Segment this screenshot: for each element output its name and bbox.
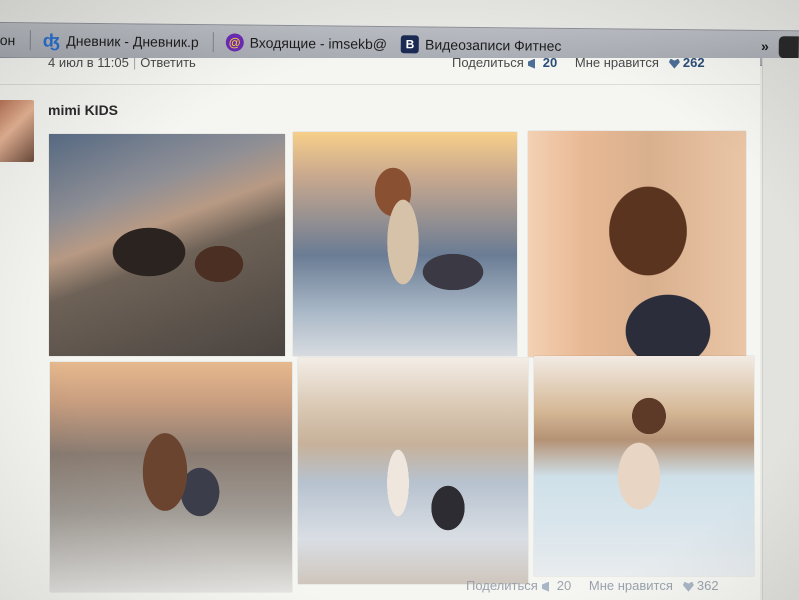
post-photo-4[interactable] <box>50 362 292 592</box>
vk-icon: B <box>400 35 420 54</box>
like-button[interactable]: Мне нравится 262 <box>575 55 705 70</box>
scrollbar-gutter[interactable] <box>762 58 799 600</box>
share-button[interactable]: Поделиться 20 <box>466 578 571 593</box>
reply-link[interactable]: Ответить <box>140 55 196 70</box>
bookmark-separator <box>212 32 214 53</box>
mail-icon: @ <box>225 33 244 52</box>
post-photo-5[interactable] <box>298 358 528 584</box>
post-divider <box>0 84 760 85</box>
bookmark-diary[interactable]: ʤ Дневник - Дневник.р <box>42 29 199 51</box>
previous-post-actions: Поделиться 20 Мне нравится 262 <box>452 55 705 70</box>
bookmark-separator <box>29 30 31 51</box>
share-label: Поделиться <box>452 55 524 70</box>
like-button[interactable]: Мне нравится 362 <box>589 578 719 593</box>
like-count: 362 <box>696 578 719 593</box>
like-count: 262 <box>682 55 705 70</box>
heart-icon <box>682 581 694 592</box>
post-date[interactable]: 4 июл в 11:05 <box>48 55 129 70</box>
post-photo-2[interactable] <box>293 132 517 356</box>
post-author[interactable]: mimi KIDS <box>48 102 118 118</box>
post-photo-1[interactable] <box>49 134 285 356</box>
share-count: 20 <box>542 55 558 70</box>
like-label: Мне нравится <box>588 578 673 593</box>
bookmark-mail[interactable]: @ Входящие - imsekb@ <box>225 33 388 53</box>
bookmarks-overflow-button[interactable]: » <box>761 38 769 54</box>
like-label: Мне нравится <box>574 55 659 70</box>
bookmark-label: Видеозаписи Фитнес <box>424 36 562 54</box>
share-button[interactable]: Поделиться 20 <box>452 55 557 70</box>
feed-page: 4 июл в 11:05 | Ответить Поделиться 20 Мне … <box>0 55 760 600</box>
share-count: 20 <box>556 578 572 593</box>
diary-icon: ʤ <box>42 29 60 51</box>
heart-icon <box>668 58 680 69</box>
bookmark-vk-videos[interactable]: B Видеозаписи Фитнес <box>400 35 562 55</box>
megaphone-icon <box>541 581 549 592</box>
bookmark-label: он <box>0 31 16 49</box>
bookmark-label: Дневник - Дневник.р <box>66 32 199 51</box>
avatar[interactable] <box>0 100 34 162</box>
previous-post-meta: 4 июл в 11:05 | Ответить <box>48 55 196 70</box>
window-edge <box>778 36 799 59</box>
meta-separator: | <box>132 55 137 70</box>
post-actions: Поделиться 20 Мне нравится 362 <box>466 578 719 593</box>
megaphone-icon <box>527 58 535 69</box>
bookmark-label: Входящие - imsekb@ <box>249 34 388 53</box>
bookmark-partial[interactable]: он <box>0 32 15 48</box>
post-photo-6[interactable] <box>534 356 754 576</box>
share-label: Поделиться <box>466 578 538 593</box>
post-photo-3[interactable] <box>528 131 746 357</box>
